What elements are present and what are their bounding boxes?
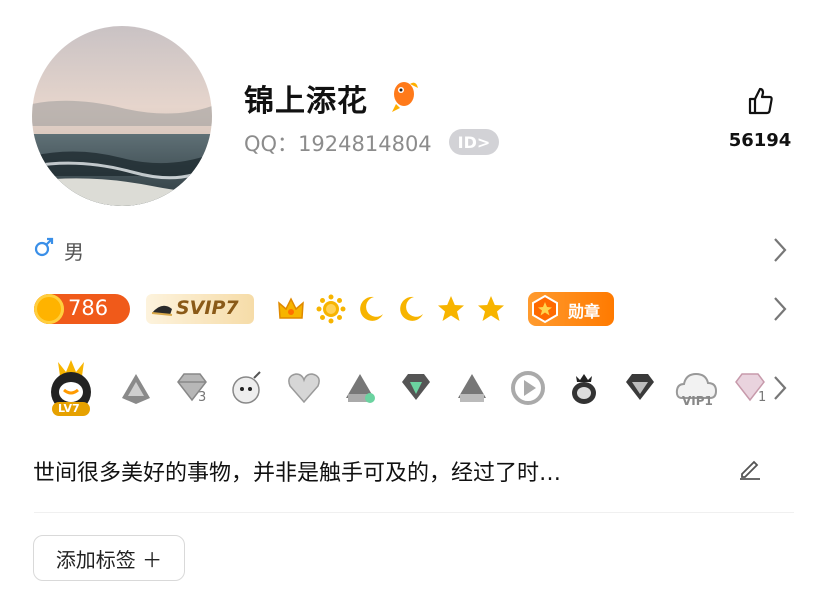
- like-count: 56194: [728, 130, 792, 151]
- svip-hat-icon: [151, 305, 173, 316]
- divider: [34, 512, 794, 513]
- bomb-icon[interactable]: [228, 368, 268, 408]
- coin-level-badge[interactable]: 786: [34, 294, 130, 324]
- chevron-right-icon[interactable]: [772, 374, 788, 402]
- medal-badge[interactable]: 勋章: [528, 292, 614, 326]
- crowned-penguin-icon[interactable]: [564, 368, 604, 408]
- play-icon[interactable]: [508, 368, 548, 408]
- gender-label: 男: [64, 240, 84, 264]
- chevron-right-icon[interactable]: [772, 236, 788, 264]
- moon-icon: [356, 294, 386, 324]
- nickname: 锦上添花: [244, 84, 368, 119]
- vip-cloud-icon[interactable]: VIP1: [674, 368, 720, 412]
- thumbs-up-icon[interactable]: [745, 86, 775, 116]
- penguin-green-badge-icon[interactable]: [340, 368, 380, 408]
- chevron-right-icon[interactable]: [772, 295, 788, 323]
- sun-icon: [316, 294, 346, 324]
- pink-diamond-count: 1: [758, 390, 767, 405]
- avatar[interactable]: [32, 26, 212, 206]
- svip-label: SVIP7: [176, 297, 239, 319]
- diamond-icon[interactable]: 3: [172, 368, 212, 408]
- id-badge[interactable]: ID>: [449, 129, 499, 155]
- moon-icon: [396, 294, 426, 324]
- pink-diamond-icon[interactable]: 1: [730, 368, 770, 408]
- coin-icon: [34, 294, 64, 324]
- add-tag-button[interactable]: 添加标签 ＋: [33, 535, 185, 581]
- vip-label: VIP1: [682, 394, 713, 408]
- heart-icon[interactable]: [284, 368, 324, 408]
- medal-star-icon: [532, 294, 558, 324]
- star-icon: [436, 294, 466, 324]
- male-gender-icon: [34, 237, 54, 257]
- lv-label: LV7: [58, 402, 80, 415]
- diamond-count: 3: [198, 390, 207, 405]
- crown-icon: [276, 294, 306, 324]
- coin-value: 786: [68, 296, 109, 320]
- svip-badge[interactable]: SVIP7: [146, 294, 254, 324]
- lv7-penguin-badge[interactable]: LV7: [44, 356, 98, 418]
- edit-pencil-icon[interactable]: [738, 456, 762, 480]
- qq-number-row: QQ：1924814804: [244, 128, 432, 158]
- penguin-gray-badge-icon[interactable]: [452, 368, 492, 408]
- penguin-badge-icon[interactable]: [116, 368, 156, 408]
- qq-number: 1924814804: [298, 132, 432, 156]
- qq-label: QQ：: [244, 132, 299, 156]
- medal-label: 勋章: [568, 302, 601, 321]
- dark-diamond-icon[interactable]: [620, 368, 660, 408]
- koi-fish-icon[interactable]: [386, 78, 422, 114]
- signature-text[interactable]: 世间很多美好的事物，并非是触手可及的，经过了时…: [33, 455, 561, 487]
- star-icon: [476, 294, 506, 324]
- green-diamond-icon[interactable]: [396, 368, 436, 408]
